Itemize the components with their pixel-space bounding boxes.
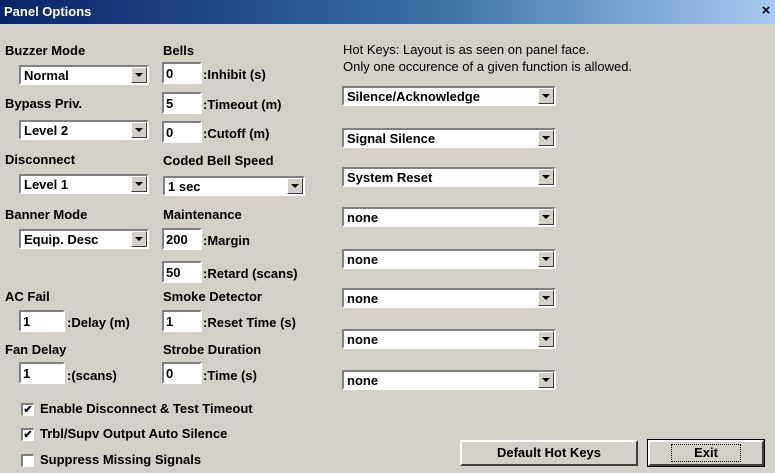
chevron-down-icon[interactable] (538, 372, 554, 388)
bells-timeout-input[interactable]: 5 (162, 92, 202, 114)
maintenance-margin-unit: :Margin (203, 233, 250, 248)
exit-button[interactable]: Exit (647, 439, 765, 467)
chevron-down-icon[interactable] (538, 88, 554, 104)
hotkey-select-5[interactable]: none (342, 249, 556, 269)
smoke-detector-unit: :Reset Time (s) (203, 315, 296, 330)
ac-fail-delay-unit: :Delay (m) (67, 315, 130, 330)
trbl-supv-label: Trbl/Supv Output Auto Silence (40, 426, 228, 441)
strobe-duration-input[interactable]: 0 (162, 362, 202, 384)
fan-delay-unit: :(scans) (67, 368, 117, 383)
maintenance-retard-unit: :Retard (scans) (203, 266, 298, 281)
chevron-down-icon[interactable] (131, 67, 147, 83)
hotkey-select-1[interactable]: Silence/Acknowledge (342, 86, 556, 106)
enable-disconnect-checkbox[interactable]: ✔ (21, 403, 34, 416)
bells-cutoff-input[interactable]: 0 (162, 121, 202, 143)
exit-button-label: Exit (671, 444, 741, 462)
fan-delay-label: Fan Delay (5, 342, 67, 357)
enable-disconnect-label: Enable Disconnect & Test Timeout (40, 401, 253, 416)
default-hot-keys-button[interactable]: Default Hot Keys (460, 440, 638, 466)
buzzer-mode-select[interactable]: Normal (19, 65, 149, 85)
maintenance-label: Maintenance (163, 207, 242, 222)
chevron-down-icon[interactable] (538, 251, 554, 267)
hotkey-select-8[interactable]: none (342, 370, 556, 390)
hotkey-select-6[interactable]: none (342, 288, 556, 308)
disconnect-label: Disconnect (5, 152, 76, 167)
banner-mode-label: Banner Mode (5, 207, 88, 222)
bells-cutoff-unit: :Cutoff (m) (203, 126, 270, 141)
bypass-priv-select[interactable]: Level 2 (19, 120, 149, 140)
title-bar: Panel Options × (0, 0, 775, 24)
trbl-supv-checkbox[interactable]: ✔ (21, 428, 34, 441)
window-title: Panel Options (4, 4, 92, 19)
suppress-missing-label: Suppress Missing Signals (40, 452, 202, 467)
bells-label: Bells (163, 43, 195, 58)
chevron-down-icon[interactable] (131, 176, 147, 192)
close-icon[interactable]: × (758, 3, 774, 20)
banner-mode-select[interactable]: Equip. Desc (19, 229, 149, 249)
suppress-missing-checkbox[interactable] (21, 454, 34, 467)
bypass-priv-label: Bypass Priv. (5, 96, 83, 111)
bells-inhibit-input[interactable]: 0 (162, 62, 202, 84)
coded-bell-speed-label: Coded Bell Speed (163, 153, 274, 168)
fan-delay-input[interactable]: 1 (19, 362, 65, 384)
strobe-duration-unit: :Time (s) (203, 368, 257, 383)
smoke-detector-label: Smoke Detector (163, 289, 262, 304)
bells-timeout-unit: :Timeout (m) (203, 97, 282, 112)
hotkey-select-2[interactable]: Signal Silence (342, 128, 556, 148)
maintenance-retard-input[interactable]: 50 (162, 261, 202, 283)
hotkey-select-3[interactable]: System Reset (342, 167, 556, 187)
smoke-detector-input[interactable]: 1 (162, 310, 202, 332)
chevron-down-icon[interactable] (538, 169, 554, 185)
hotkey-select-7[interactable]: none (342, 329, 556, 349)
ac-fail-label: AC Fail (5, 289, 50, 304)
coded-bell-speed-select[interactable]: 1 sec (163, 176, 305, 196)
chevron-down-icon[interactable] (131, 231, 147, 247)
buzzer-mode-label: Buzzer Mode (5, 43, 86, 58)
chevron-down-icon[interactable] (131, 122, 147, 138)
dialog-body: Buzzer Mode Normal Bypass Priv. Level 2 … (0, 24, 775, 473)
chevron-down-icon[interactable] (538, 209, 554, 225)
hotkeys-note-line2: Only one occurence of a given function i… (343, 59, 633, 74)
maintenance-margin-input[interactable]: 200 (162, 228, 202, 250)
disconnect-select[interactable]: Level 1 (19, 174, 149, 194)
chevron-down-icon[interactable] (538, 331, 554, 347)
chevron-down-icon[interactable] (538, 290, 554, 306)
hotkeys-note-line1: Hot Keys: Layout is as seen on panel fac… (343, 42, 590, 57)
bells-inhibit-unit: :Inhibit (s) (203, 67, 266, 82)
ac-fail-delay-input[interactable]: 1 (19, 310, 65, 332)
hotkey-select-4[interactable]: none (342, 207, 556, 227)
chevron-down-icon[interactable] (538, 130, 554, 146)
chevron-down-icon[interactable] (287, 178, 303, 194)
strobe-duration-label: Strobe Duration (163, 342, 262, 357)
